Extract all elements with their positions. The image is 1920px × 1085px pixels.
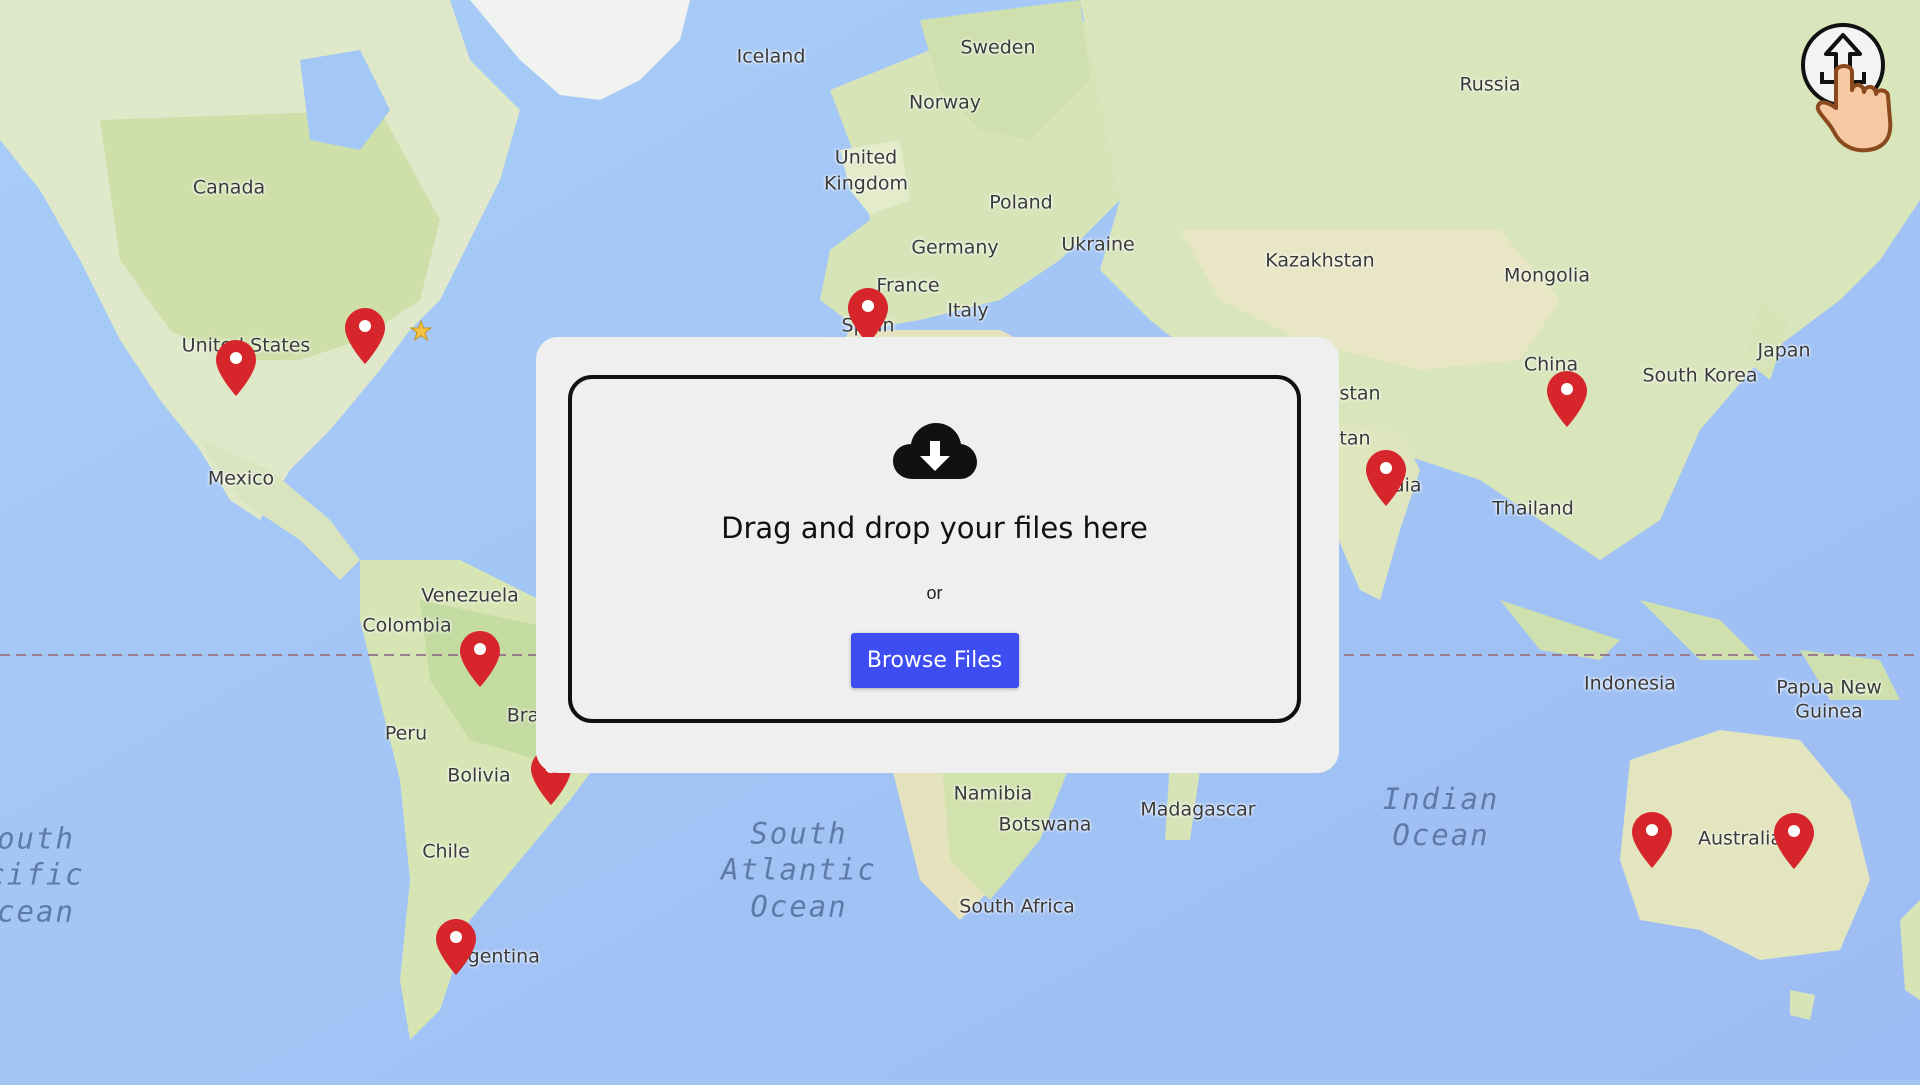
map-label-bolivia: Bolivia [447, 764, 511, 787]
map-label-united-kingdom-2: Kingdom [823, 172, 909, 195]
map-label-ukraine: Ukraine [1061, 233, 1135, 256]
map-label-russia: Russia [1459, 73, 1521, 96]
map-label-colombia: Colombia [362, 614, 452, 637]
map-label-kazakhstan: Kazakhstan [1265, 249, 1375, 272]
ocean-label-indian: Indian Ocean [1382, 781, 1500, 852]
map-marker-pin[interactable] [460, 631, 500, 687]
map-label-indonesia: Indonesia [1584, 672, 1676, 695]
map-label-papua-2: Guinea [1795, 700, 1863, 723]
map-label-brazil: Bra [506, 704, 540, 727]
star-icon [410, 320, 432, 342]
map-label-namibia: Namibia [953, 782, 1033, 805]
map-label-united-kingdom: United [834, 146, 898, 169]
map-label-botswana: Botswana [998, 813, 1092, 836]
map-label-venezuela: Venezuela [421, 584, 519, 607]
map-marker-pin[interactable] [1774, 813, 1814, 869]
map-label-norway: Norway [908, 91, 982, 114]
drop-zone-title: Drag and drop your files here [721, 511, 1148, 545]
map-marker-pin[interactable] [345, 308, 385, 364]
map-label-australia: Australia [1697, 827, 1783, 850]
map-label-iceland: Iceland [736, 45, 806, 68]
upload-touch-icon[interactable] [1798, 20, 1898, 165]
map-marker-pin[interactable] [1547, 371, 1587, 427]
map-label-peru: Peru [384, 722, 428, 745]
map-label-mexico: Mexico [207, 467, 275, 490]
map-label-madagascar: Madagascar [1140, 798, 1256, 821]
map-label-sweden: Sweden [960, 36, 1036, 59]
separator-text: or [926, 583, 943, 603]
upload-dialog: Drag and drop your files here or Browse … [536, 337, 1339, 773]
map-label-south-africa: South Africa [959, 895, 1075, 918]
map-label-poland: Poland [989, 191, 1053, 214]
map-label-chile: Chile [422, 840, 470, 863]
map-marker-pin[interactable] [1366, 450, 1406, 506]
map-label-pakistan: stan [1339, 382, 1381, 405]
browse-files-button[interactable]: Browse Files [850, 633, 1019, 688]
map-label-canada: Canada [192, 176, 266, 199]
map-label-papua: Papua New [1776, 676, 1882, 699]
map-label-south-korea: South Korea [1642, 364, 1758, 387]
map-marker-pin[interactable] [436, 919, 476, 975]
map-label-mongolia: Mongolia [1504, 264, 1590, 287]
drop-zone[interactable]: Drag and drop your files here or Browse … [568, 375, 1301, 723]
map-marker-pin[interactable] [848, 288, 888, 344]
cloud-download-icon [892, 423, 977, 479]
map-label-afghanistan: tan [1339, 427, 1371, 450]
ocean-label-south-atlantic: South Atlantic Ocean [721, 816, 877, 924]
map-label-germany: Germany [911, 236, 999, 259]
ocean-label-south-pacific: outh cific cean [0, 821, 85, 929]
map-label-italy: Italy [947, 299, 989, 322]
map-marker-pin[interactable] [216, 340, 256, 396]
map-label-japan: Japan [1757, 339, 1811, 362]
map-marker-pin[interactable] [1632, 812, 1672, 868]
map-label-thailand: Thailand [1492, 497, 1574, 520]
